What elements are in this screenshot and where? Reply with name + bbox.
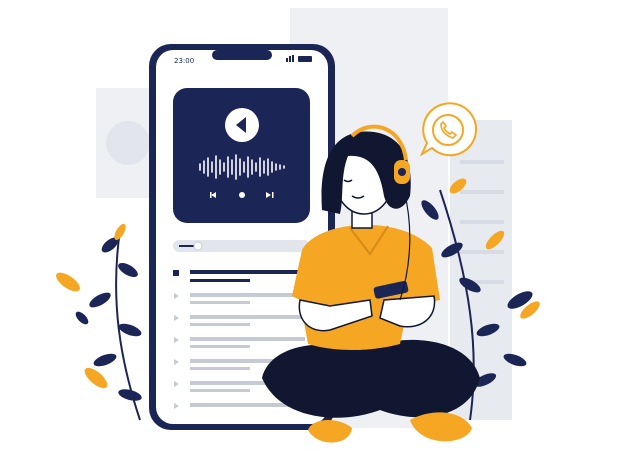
music-listening-illustration: 23:00 xyxy=(56,8,540,443)
list-item[interactable] xyxy=(173,270,179,276)
call-bubble xyxy=(419,102,478,157)
status-icons xyxy=(286,55,312,62)
progress-thumb[interactable] xyxy=(193,241,203,251)
plant-left xyxy=(56,223,142,421)
progress-fill xyxy=(179,245,194,247)
status-time: 23:00 xyxy=(174,57,194,65)
bluetooth-icon xyxy=(239,192,245,198)
